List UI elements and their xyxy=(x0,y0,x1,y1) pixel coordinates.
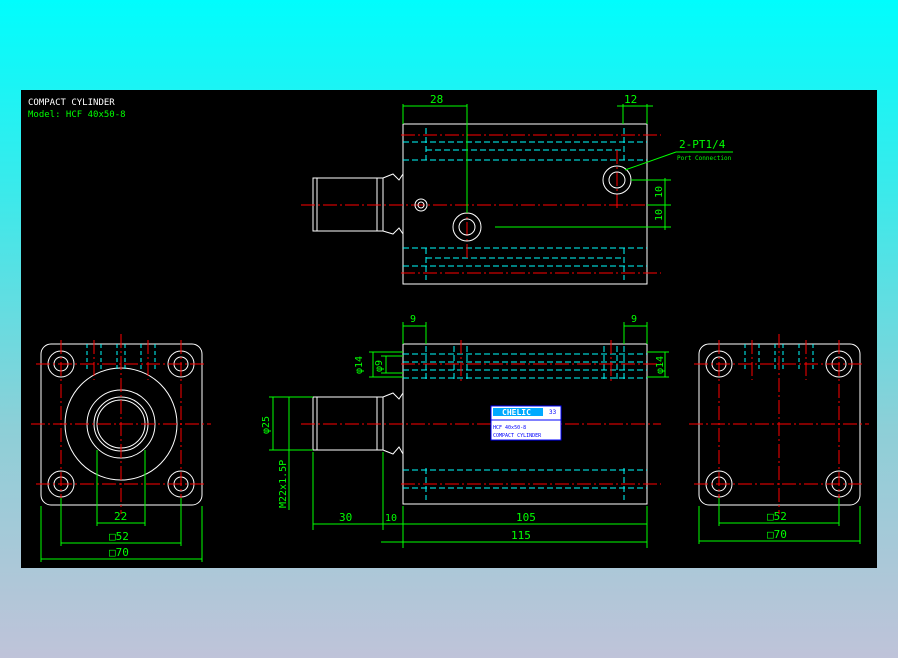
dim-left-70: □70 xyxy=(109,546,129,559)
dim-front-115: 115 xyxy=(511,529,531,542)
dim-left-22: 22 xyxy=(114,510,127,523)
dim-left-52: □52 xyxy=(109,530,129,543)
dim-right-70: □70 xyxy=(767,528,787,541)
dim-front-105: 105 xyxy=(516,511,536,524)
dim-top-28: 28 xyxy=(430,93,443,106)
dim-top-12: 12 xyxy=(624,93,637,106)
dim-front-phi9: φ9 xyxy=(374,360,385,372)
front-view: CHELIC 33 HCF 40x50-8 COMPACT CYLINDER 9… xyxy=(261,314,669,548)
top-body xyxy=(402,123,648,285)
dim-front-10: 10 xyxy=(385,513,397,524)
cad-drawing-area[interactable]: COMPACT CYLINDER Model: HCF 40x50-8 28 1… xyxy=(21,90,877,568)
dim-front-9-left: 9 xyxy=(410,314,416,325)
right-view: □52 □70 xyxy=(689,334,869,544)
label-name: COMPACT CYLINDER xyxy=(493,433,542,439)
dim-front-9-right: 9 xyxy=(631,314,637,325)
label-brand: CHELIC xyxy=(502,408,531,417)
port-callout: 2-PT1/4 xyxy=(679,138,726,151)
dim-top-v2: 10 xyxy=(654,209,665,221)
top-view: 28 12 2-PT1/4 Port Connection 10 10 xyxy=(301,93,733,285)
dim-front-phi14-right: φ14 xyxy=(655,356,666,374)
dim-front-phi25: φ25 xyxy=(261,416,272,434)
dim-top-v1: 10 xyxy=(654,186,665,198)
port-callout-sub: Port Connection xyxy=(677,155,732,162)
drawing-model: Model: HCF 40x50-8 xyxy=(28,110,126,120)
cad-drawing: COMPACT CYLINDER Model: HCF 40x50-8 28 1… xyxy=(28,93,869,562)
dim-front-thread: M22x1.5P xyxy=(278,460,289,508)
dim-front-30: 30 xyxy=(339,511,352,524)
left-view: 22 □52 □70 xyxy=(31,334,211,562)
dim-right-52: □52 xyxy=(767,510,787,523)
screen: COMPACT CYLINDER Model: HCF 40x50-8 28 1… xyxy=(0,0,898,658)
label-code: 33 xyxy=(549,409,557,416)
label-model: HCF 40x50-8 xyxy=(493,425,526,431)
dim-front-phi14-left: φ14 xyxy=(354,356,365,374)
drawing-title: COMPACT CYLINDER xyxy=(28,98,115,108)
product-label: CHELIC 33 HCF 40x50-8 COMPACT CYLINDER xyxy=(490,405,562,441)
